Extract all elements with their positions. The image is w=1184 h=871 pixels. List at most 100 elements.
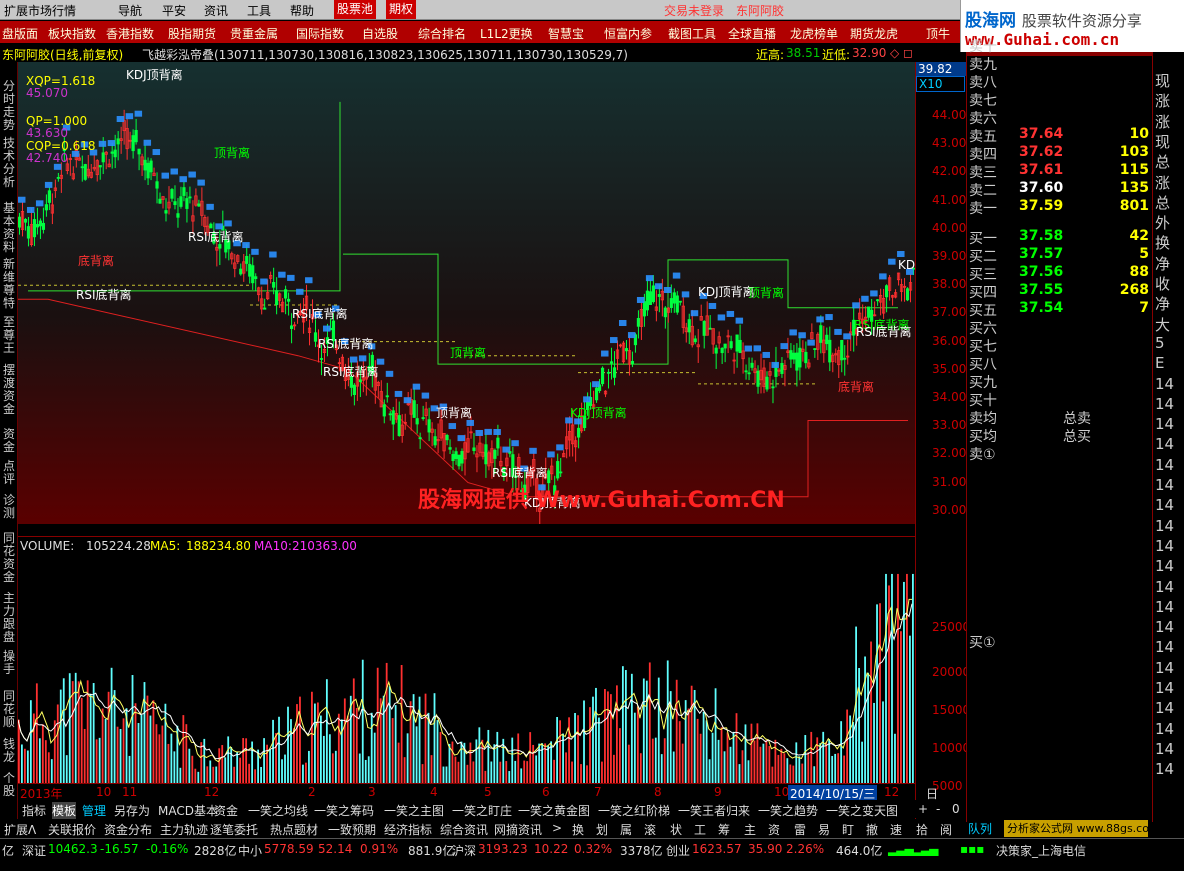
toolbar-item-11[interactable]: 截图工具: [668, 25, 716, 42]
left-nav-item-9[interactable]: 同花资金: [2, 532, 16, 584]
extension-tab-4[interactable]: 逐笔委托: [210, 821, 258, 838]
extension-tab-25[interactable]: 拾: [916, 821, 928, 838]
panel-controls-icon[interactable]: ◇ ◻: [890, 46, 913, 60]
menu-pingan[interactable]: 平安: [162, 2, 186, 19]
left-nav-item-13[interactable]: 钱龙: [2, 738, 16, 764]
toolbar-item-2[interactable]: 香港指数: [106, 25, 154, 42]
toolbar-item-14[interactable]: 期货龙虎: [850, 25, 898, 42]
price-chart[interactable]: XQP=1.618 45.070 QP=1.000 43.630 CQP=0.6…: [17, 62, 915, 525]
toolbar-item-15[interactable]: 顶牛: [926, 25, 950, 42]
indicator-tab-12[interactable]: 一笑王者归来: [678, 802, 750, 819]
indicator-tab-10[interactable]: 一笑之黄金图: [518, 802, 590, 819]
extension-tab-15[interactable]: 状: [670, 821, 682, 838]
left-nav-item-8[interactable]: 诊测: [2, 494, 16, 520]
queue-tab[interactable]: 队列: [968, 820, 1002, 837]
indicator-tab-3[interactable]: 另存为: [114, 802, 150, 819]
extension-tab-17[interactable]: 筹: [718, 821, 730, 838]
extension-tab-12[interactable]: 划: [596, 821, 608, 838]
extension-tab-19[interactable]: 资: [768, 821, 780, 838]
hs-name[interactable]: 沪深: [452, 842, 476, 859]
indicator-tab-4[interactable]: MACD基本: [158, 802, 218, 819]
tab-options[interactable]: 期权: [386, 0, 417, 19]
menu-news[interactable]: 资讯: [204, 2, 228, 19]
extension-tab-8[interactable]: 综合资讯: [440, 821, 488, 838]
toolbar-item-5[interactable]: 国际指数: [296, 25, 344, 42]
extension-tab-10[interactable]: >: [552, 821, 562, 835]
menu-tools[interactable]: 工具: [247, 2, 271, 19]
toolbar-item-7[interactable]: 综合排名: [418, 25, 466, 42]
indicator-tab-8[interactable]: 一笑之主图: [384, 802, 444, 819]
extension-tab-11[interactable]: 换: [572, 821, 584, 838]
toolbar-item-12[interactable]: 全球直播: [728, 25, 776, 42]
trade-status[interactable]: 交易未登录: [664, 2, 724, 19]
extension-tab-20[interactable]: 雷: [794, 821, 806, 838]
stat-label-7: 外: [1155, 214, 1171, 233]
indicator-tab-11[interactable]: 一笑之红阶梯: [598, 802, 670, 819]
menu-extended-market[interactable]: 扩展市场行情: [4, 2, 76, 19]
cy-name[interactable]: 创业: [666, 842, 690, 859]
extension-tab-0[interactable]: 扩展Λ: [4, 821, 36, 838]
toolbar-item-3[interactable]: 股指期货: [168, 25, 216, 42]
left-nav-item-7[interactable]: 点评: [2, 460, 16, 486]
indicator-title[interactable]: 飞越彩泓帝叠(130711,130730,130816,130823,13062…: [142, 46, 628, 63]
sz-name[interactable]: 深证: [22, 842, 46, 859]
toolbar-item-6[interactable]: 自选股: [362, 25, 398, 42]
menu-help[interactable]: 帮助: [290, 2, 314, 19]
left-nav-item-0[interactable]: 分时走势: [2, 80, 16, 132]
indicator-tab-14[interactable]: 一笑之变天图: [826, 802, 898, 819]
candle-body: [651, 285, 655, 303]
left-nav-item-4[interactable]: 至尊王: [2, 316, 16, 355]
indicator-tab-2[interactable]: 管理: [82, 802, 106, 819]
volume-bar: [765, 740, 768, 783]
left-nav-item-6[interactable]: 资金: [2, 428, 16, 454]
left-nav-item-2[interactable]: 基本资料: [2, 202, 16, 254]
extension-tab-26[interactable]: 阅: [940, 821, 952, 838]
indicator-tab-7[interactable]: 一笑之筹码: [314, 802, 374, 819]
volume-bar: [840, 721, 843, 783]
extension-tab-7[interactable]: 经济指标: [384, 821, 432, 838]
extension-tab-21[interactable]: 易: [818, 821, 830, 838]
indicator-tab-1[interactable]: 模板: [52, 802, 77, 819]
toolbar-item-8[interactable]: L1L2更换: [480, 25, 533, 42]
indicator-tab-16[interactable]: -: [936, 802, 940, 816]
indicator-tab-5[interactable]: 资金: [214, 802, 238, 819]
left-nav-item-5[interactable]: 摆渡资金: [2, 364, 16, 416]
extension-tab-9[interactable]: 网摘资讯: [494, 821, 542, 838]
extension-tab-3[interactable]: 主力轨迹: [160, 821, 208, 838]
extension-tab-14[interactable]: 滚: [644, 821, 656, 838]
left-nav-item-10[interactable]: 主力跟盘: [2, 592, 16, 644]
zx-name[interactable]: 中小: [238, 842, 262, 859]
extension-tab-16[interactable]: 工: [694, 821, 706, 838]
volume-panel[interactable]: VOLUME: 105224.28 MA5: 188234.80 MA10: 2…: [17, 536, 915, 783]
toolbar-item-1[interactable]: 板块指数: [48, 25, 96, 42]
indicator-tab-17[interactable]: 0: [952, 802, 960, 816]
toolbar-item-4[interactable]: 贵重金属: [230, 25, 278, 42]
extension-tab-1[interactable]: 关联报价: [48, 821, 96, 838]
indicator-tab-15[interactable]: +: [918, 802, 928, 816]
price-tick: 44.00: [932, 108, 967, 122]
left-nav-item-14[interactable]: 个股: [2, 772, 16, 798]
extension-tab-24[interactable]: 速: [890, 821, 902, 838]
extension-tab-13[interactable]: 属: [620, 821, 632, 838]
indicator-tab-9[interactable]: 一笑之盯庄: [452, 802, 512, 819]
menu-navigate[interactable]: 导航: [118, 2, 142, 19]
left-nav-item-3[interactable]: 新维尊特: [2, 258, 16, 310]
tab-stock-pool[interactable]: 股票池: [334, 0, 377, 19]
extension-tab-22[interactable]: 盯: [842, 821, 854, 838]
extension-tab-18[interactable]: 主: [744, 821, 756, 838]
indicator-tab-6[interactable]: 一笑之均线: [248, 802, 308, 819]
left-nav-item-12[interactable]: 同花顺: [2, 690, 16, 729]
extension-tab-2[interactable]: 资金分布: [104, 821, 152, 838]
indicator-tab-0[interactable]: 指标: [22, 802, 46, 819]
toolbar-item-0[interactable]: 盘版面: [2, 25, 38, 42]
indicator-tab-13[interactable]: 一笑之趋势: [758, 802, 818, 819]
toolbar-item-13[interactable]: 龙虎榜单: [790, 25, 838, 42]
left-nav-item-1[interactable]: 技术分析: [2, 137, 16, 189]
extension-tab-23[interactable]: 撤: [866, 821, 878, 838]
toolbar-item-9[interactable]: 智慧宝: [548, 25, 584, 42]
left-nav-item-11[interactable]: 操手: [2, 650, 16, 676]
extension-tab-5[interactable]: 热点题材: [270, 821, 318, 838]
extension-tab-6[interactable]: 一致预期: [328, 821, 376, 838]
volume-bar: [325, 679, 328, 783]
toolbar-item-10[interactable]: 恒富内参: [604, 25, 652, 42]
